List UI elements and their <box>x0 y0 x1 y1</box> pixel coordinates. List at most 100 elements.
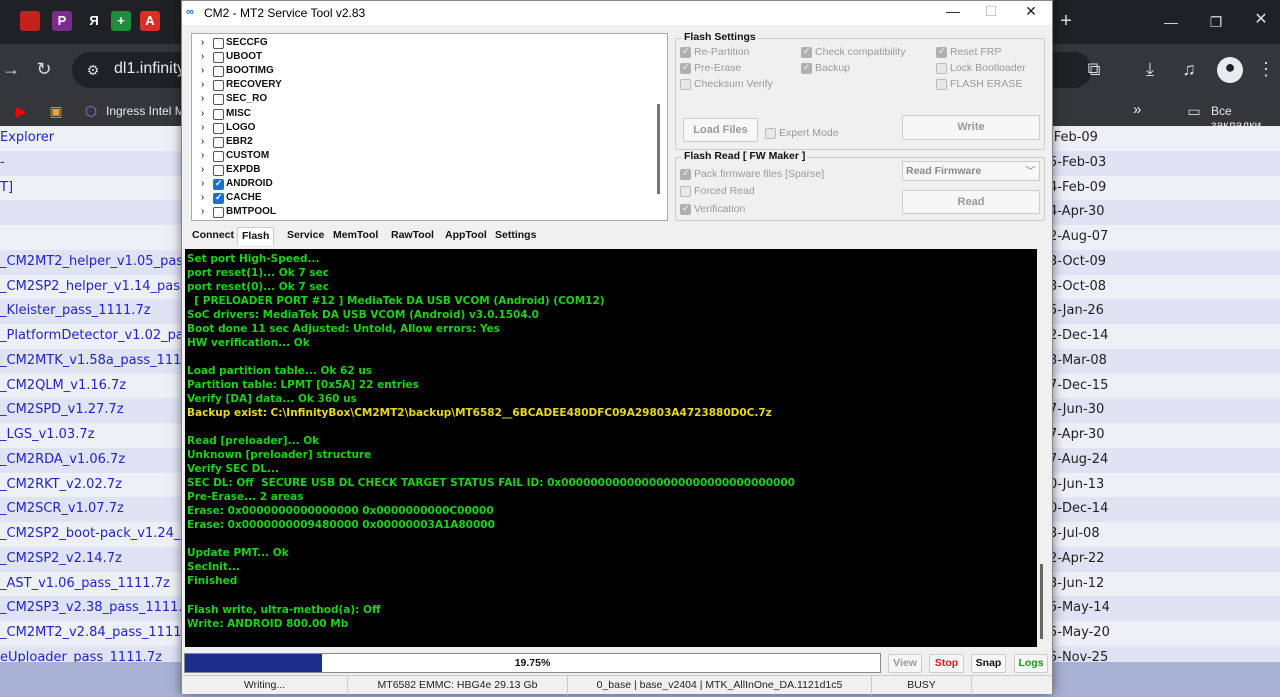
partition-item[interactable]: › BMTPOOL <box>192 206 652 220</box>
file-link[interactable]: _CM2RKT_v2.02.7z <box>0 477 122 492</box>
partition-item[interactable]: › RECOVERY <box>192 79 652 93</box>
tab-flash[interactable]: Flash <box>237 227 275 245</box>
lock-bootloader-checkbox[interactable] <box>936 63 947 74</box>
partition-checkbox[interactable] <box>213 80 224 92</box>
bookmark-ingress[interactable]: Ingress Intel Ma <box>106 104 191 118</box>
verification-checkbox[interactable] <box>680 203 691 215</box>
file-link[interactable]: _CM2SPD_v1.27.7z <box>0 402 124 417</box>
youtube-icon[interactable]: ▶ <box>10 101 32 121</box>
partition-item[interactable]: › CACHE <box>192 192 652 206</box>
tab-apptool[interactable]: AppTool <box>441 227 491 245</box>
bookmarks-overflow-button[interactable]: » <box>1133 101 1141 118</box>
flash-erase-checkbox[interactable] <box>936 79 947 90</box>
stop-button[interactable]: Stop <box>929 654 964 673</box>
site-info-icon[interactable]: ⚙ <box>82 60 104 80</box>
tab-favicon-red[interactable]: ​ <box>20 11 40 31</box>
media-icon[interactable]: ♫ <box>1178 59 1200 79</box>
forward-icon[interactable]: → <box>0 59 22 79</box>
snap-button[interactable]: Snap <box>971 654 1006 673</box>
ingress-icon[interactable]: ⬡ <box>80 101 102 121</box>
file-link[interactable]: _PlatformDetector_v1.02_pas <box>0 328 191 343</box>
file-link[interactable]: _CM2MT2_helper_v1.05_pass <box>0 254 190 269</box>
partition-item[interactable]: › LOGO <box>192 122 652 136</box>
chevron-right-icon[interactable]: › <box>201 37 204 48</box>
chevron-right-icon[interactable]: › <box>201 79 204 90</box>
file-link[interactable]: _CM2SP2_helper_v1.14_pass <box>0 279 187 294</box>
file-link[interactable]: _CM2QLM_v1.16.7z <box>0 378 126 393</box>
file-link[interactable]: _LGS_v1.03.7z <box>0 427 94 442</box>
partition-checkbox[interactable] <box>213 192 224 205</box>
partition-scrollbar[interactable] <box>657 104 660 194</box>
partition-item[interactable]: › UBOOT <box>192 51 652 65</box>
new-tab-button[interactable]: + <box>1055 11 1077 31</box>
downloads-icon[interactable]: ⤓ <box>1139 59 1161 79</box>
partition-item[interactable]: › CUSTOM <box>192 150 652 164</box>
partition-item[interactable]: › ANDROID <box>192 178 652 192</box>
chevron-right-icon[interactable]: › <box>201 122 204 133</box>
partition-item[interactable]: › EXPDB <box>192 164 652 178</box>
tab-y-favicon[interactable]: Я <box>84 11 104 31</box>
reload-icon[interactable]: ↻ <box>33 59 55 79</box>
partition-item[interactable]: › SEC_RO <box>192 93 652 107</box>
file-link[interactable]: Explorer <box>0 130 54 145</box>
browser-minimize-icon[interactable]: — <box>1160 12 1182 32</box>
chevron-right-icon[interactable]: › <box>201 65 204 76</box>
chevron-right-icon[interactable]: › <box>201 178 204 189</box>
bookmark-image-icon[interactable]: ▣ <box>45 101 67 121</box>
chevron-right-icon[interactable]: › <box>201 51 204 62</box>
partition-item[interactable]: › SECCFG <box>192 37 652 51</box>
partition-checkbox[interactable] <box>213 94 224 106</box>
file-link[interactable]: _CM2MT2_v2.84_pass_1111. <box>0 625 186 640</box>
file-link[interactable]: _CM2SP2_v2.14.7z <box>0 551 122 566</box>
tab-a-favicon[interactable]: A <box>140 11 160 31</box>
backup-checkbox[interactable] <box>801 62 812 74</box>
checksum-verify-checkbox[interactable] <box>680 79 691 90</box>
chevron-right-icon[interactable]: › <box>201 164 204 175</box>
tab-connect[interactable]: Connect <box>188 227 238 245</box>
browser-restore-icon[interactable]: ❐ <box>1205 12 1227 32</box>
file-link[interactable]: - <box>0 155 5 170</box>
file-link[interactable]: _CM2SP2_boot-pack_v1.24_p <box>0 526 189 541</box>
partition-checkbox[interactable] <box>213 150 224 162</box>
chevron-right-icon[interactable]: › <box>201 206 204 217</box>
partition-item[interactable]: › EBR2 <box>192 136 652 150</box>
chevron-right-icon[interactable]: › <box>201 108 204 119</box>
file-link[interactable]: _CM2MTK_v1.58a_pass_1111 <box>0 353 190 368</box>
partition-checkbox[interactable] <box>213 164 224 176</box>
partition-checkbox[interactable] <box>213 136 224 148</box>
log-console[interactable]: Set port High-Speed... port reset(1)... O… <box>185 249 1037 647</box>
partition-item[interactable]: › MISC <box>192 108 652 122</box>
read-button[interactable]: Read <box>902 190 1040 214</box>
reset-frp-checkbox[interactable] <box>936 46 947 58</box>
tab-p-favicon[interactable]: P <box>52 11 72 31</box>
partition-item[interactable]: › BOOTIMG <box>192 65 652 79</box>
chevron-right-icon[interactable]: › <box>201 150 204 161</box>
file-link[interactable]: T] <box>0 180 13 195</box>
logs-button[interactable]: Logs <box>1014 654 1048 673</box>
re-partition-checkbox[interactable] <box>680 46 691 58</box>
partition-checkbox[interactable] <box>213 108 224 120</box>
file-link[interactable]: _CM2SP3_v2.38_pass_1111. <box>0 600 183 615</box>
tab-rawtool[interactable]: RawTool <box>387 227 438 245</box>
partition-checkbox[interactable] <box>213 38 224 49</box>
pre-erase-checkbox[interactable] <box>680 62 691 74</box>
browser-close-icon[interactable]: ✕ <box>1250 10 1272 30</box>
check-compatibility-checkbox[interactable] <box>801 46 812 58</box>
profile-avatar[interactable]: ● <box>1217 57 1243 83</box>
maximize-button[interactable]: ☐ <box>978 3 1004 20</box>
pack-sparse-checkbox[interactable] <box>680 168 691 180</box>
minimize-button[interactable]: — <box>940 3 966 19</box>
tab-settings[interactable]: Settings <box>491 227 540 245</box>
partition-checkbox[interactable] <box>213 207 224 219</box>
extensions-icon[interactable]: ⧉ <box>1083 59 1105 79</box>
chevron-right-icon[interactable]: › <box>201 136 204 147</box>
read-mode-select[interactable]: Read Firmware ﹀ <box>902 161 1040 181</box>
partition-checkbox[interactable] <box>213 52 224 64</box>
menu-icon[interactable]: ⋮ <box>1255 59 1277 79</box>
write-button[interactable]: Write <box>902 115 1040 140</box>
chevron-right-icon[interactable]: › <box>201 93 204 104</box>
file-link[interactable]: _CM2SCR_v1.07.7z <box>0 501 124 516</box>
log-scrollbar[interactable] <box>1040 564 1043 639</box>
tab-memtool[interactable]: MemTool <box>329 227 382 245</box>
chevron-right-icon[interactable]: › <box>201 192 204 203</box>
